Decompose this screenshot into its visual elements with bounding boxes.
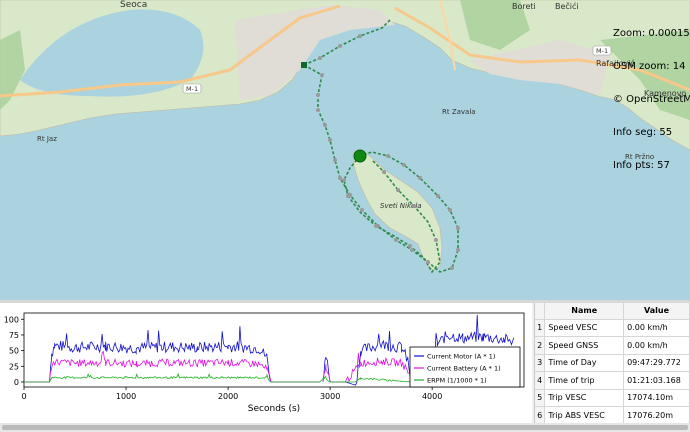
vesc-log-analysis-window: Seoca Boreti Bečići Rafailović Kamenovo …	[0, 0, 690, 432]
row-index: 3	[535, 354, 546, 372]
legend-label: Current Motor (A * 1)	[427, 353, 495, 361]
legend-label: ERPM (1/1000 * 1)	[427, 377, 487, 385]
table-header-row: Name Value	[535, 303, 690, 320]
table-header-value[interactable]: Value	[623, 303, 690, 320]
x-tick-label: 4000	[422, 392, 442, 401]
row-name: Time of trip	[544, 371, 625, 390]
current-position-marker[interactable]	[353, 149, 367, 163]
map-info-attribution: © OpenStreetMap C	[613, 94, 690, 105]
row-value: 0.00 km/h	[623, 336, 690, 355]
y-tick-label: 0	[14, 378, 19, 387]
plot-canvas[interactable]: 02550751000 1000 2000 3000 4000Seconds (s) C…	[0, 303, 532, 423]
map-info-osm-zoom: OSM zoom: 14	[613, 61, 686, 72]
x-axis-label: Seconds (s)	[248, 404, 300, 414]
data-plot[interactable]: 0 25 50 75 100 0 1000 2000 3000 4000 Seconds (s) C…	[0, 303, 532, 423]
row-index: 5	[535, 389, 546, 407]
row-index: 4	[535, 371, 546, 390]
row-value: 17076.20m	[623, 406, 690, 423]
table-header-name[interactable]: Name	[544, 303, 625, 320]
row-index: 6	[535, 406, 546, 423]
x-tick-label: 1000	[116, 392, 136, 401]
table-row[interactable]: 5 Trip VESC 17074.10m	[535, 389, 690, 407]
row-name: Trip VESC	[544, 389, 625, 407]
row-value: 01:21:03.168	[623, 371, 690, 390]
y-tick-label: 50	[9, 347, 19, 356]
table-row[interactable]: 2 Speed GNSS 0.00 km/h	[535, 336, 690, 355]
legend-label: Current Battery (A * 1)	[427, 365, 501, 373]
table-row[interactable]: 3 Time of Day 09:47:29.772	[535, 354, 690, 372]
map-info-segment: Info seg: 55	[613, 127, 673, 138]
scrollbar-thumb[interactable]	[2, 425, 688, 430]
label-boreti: Boreti	[512, 2, 536, 11]
map-info-points: Info pts: 57	[613, 160, 670, 171]
row-name: Time of Day	[544, 354, 625, 372]
horizontal-scrollbar[interactable]	[0, 423, 690, 432]
label-rt-jaz: Rt Jaz	[37, 135, 57, 143]
table-row[interactable]: 4 Time of trip 01:21:03.168	[535, 371, 690, 390]
track-start-marker	[301, 62, 307, 68]
x-tick-label: 3000	[320, 392, 340, 401]
row-name: Speed GNSS	[544, 336, 625, 355]
y-tick-label: 75	[9, 331, 19, 340]
map-view[interactable]: Seoca Boreti Bečići Rafailović Kamenovo …	[0, 0, 690, 300]
y-tick-label: 25	[9, 362, 19, 371]
map-info-zoom: Zoom: 0.0001597	[613, 28, 690, 39]
label-road-m1-left: M-1	[186, 85, 198, 93]
label-becici: Bečići	[555, 1, 579, 11]
row-name: Trip ABS VESC	[544, 406, 625, 423]
label-seoca: Seoca	[120, 0, 147, 10]
row-index: 1	[535, 319, 546, 337]
x-tick-label: 2000	[218, 392, 238, 401]
row-value: 0.00 km/h	[623, 319, 690, 337]
map-canvas[interactable]: Seoca Boreti Bečići Rafailović Kamenovo …	[0, 0, 690, 300]
row-name: Speed VESC	[544, 319, 625, 337]
table-row[interactable]: 1 Speed VESC 0.00 km/h	[535, 319, 690, 337]
label-rt-zavala: Rt Zavala	[442, 108, 476, 116]
row-value: 17074.10m	[623, 389, 690, 407]
values-table[interactable]: Name Value 1 Speed VESC 0.00 km/h 2 Spee…	[534, 303, 690, 423]
label-road-m1-right: M-1	[596, 47, 608, 55]
y-tick-label: 100	[4, 315, 19, 324]
x-tick-label: 0	[21, 392, 26, 401]
map-info-overlay: Zoom: 0.0001597 OSM zoom: 14 © OpenStree…	[613, 6, 690, 193]
row-index: 2	[535, 336, 546, 355]
table-row[interactable]: 6 Trip ABS VESC 17076.20m	[535, 406, 690, 423]
table-header-index	[535, 303, 546, 320]
row-value: 09:47:29.772	[623, 354, 690, 372]
